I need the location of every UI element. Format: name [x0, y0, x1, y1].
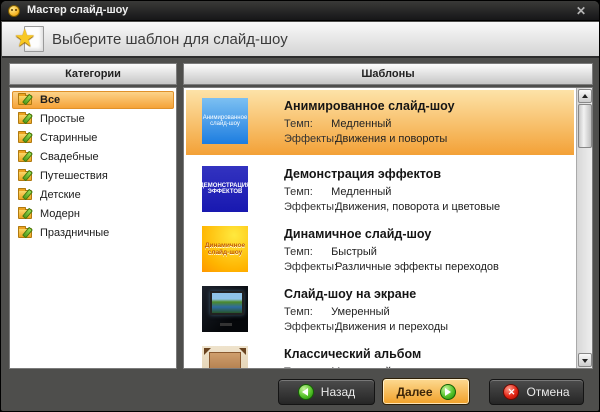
folder-icon: [18, 228, 32, 238]
templates-list: Анимированное слайд-шоу Анимированное сл…: [184, 88, 576, 369]
category-item-wedding[interactable]: Свадебные: [12, 148, 174, 166]
effects-value: Движения и повороты: [335, 133, 447, 145]
effects-value: Движения, поворота и цветовые: [335, 201, 500, 213]
tempo-value: Медленный: [331, 118, 391, 130]
effects-label: Эффекты:: [284, 261, 332, 273]
folder-icon: [18, 95, 32, 105]
tempo-label: Темп:: [284, 306, 328, 318]
category-label: Все: [40, 94, 60, 106]
template-thumbnail: Анимированное слайд-шоу: [202, 98, 248, 144]
category-label: Простые: [40, 113, 85, 125]
effects-value: Различные эффекты переходов: [335, 261, 499, 273]
close-icon[interactable]: ✕: [573, 3, 589, 19]
template-title: Анимированное слайд-шоу: [284, 99, 455, 113]
scroll-up-icon[interactable]: [578, 89, 592, 103]
templates-panel: Анимированное слайд-шоу Анимированное сл…: [183, 87, 593, 369]
star-document-icon: ★: [16, 25, 44, 55]
effects-label: Эффекты:: [284, 133, 332, 145]
template-row-classic-album[interactable]: Классический альбом Темп: Медленный: [186, 338, 574, 369]
cancel-x-icon: ✕: [503, 384, 519, 400]
template-title: Слайд-шоу на экране: [284, 287, 416, 301]
folder-icon: [18, 152, 32, 162]
template-row-animated[interactable]: Анимированное слайд-шоу Анимированное сл…: [186, 90, 574, 155]
template-row-dynamic[interactable]: Динамичное слайд-шоу Динамичное слайд-шо…: [186, 218, 574, 278]
category-label: Свадебные: [40, 151, 99, 163]
tempo-label: Темп:: [284, 366, 328, 369]
templates-header: Шаблоны: [183, 63, 593, 85]
window-title: Мастер слайд-шоу: [27, 4, 128, 16]
category-item-holiday[interactable]: Праздничные: [12, 224, 174, 242]
wizard-header: ★ Выберите шаблон для слайд-шоу: [2, 22, 600, 58]
effects-label: Эффекты:: [284, 321, 332, 333]
folder-icon: [18, 133, 32, 143]
scrollbar-thumb[interactable]: [578, 104, 592, 148]
page-title: Выберите шаблон для слайд-шоу: [52, 22, 288, 58]
folder-icon: [18, 190, 32, 200]
cancel-button[interactable]: ✕ Отмена: [489, 379, 584, 405]
cancel-button-label: Отмена: [526, 385, 569, 399]
tempo-value: Умеренный: [331, 306, 390, 318]
category-label: Праздничные: [40, 227, 109, 239]
effects-label: Эффекты:: [284, 201, 332, 213]
next-arrow-icon: [440, 384, 456, 400]
template-title: Классический альбом: [284, 347, 421, 361]
category-item-kids[interactable]: Детские: [12, 186, 174, 204]
tempo-value: Медленный: [331, 366, 391, 369]
templates-scrollbar[interactable]: [576, 88, 592, 368]
category-item-simple[interactable]: Простые: [12, 110, 174, 128]
template-row-onscreen[interactable]: Слайд-шоу на экране Темп: Умеренный Эффе…: [186, 278, 574, 338]
tempo-label: Темп:: [284, 118, 328, 130]
scroll-down-icon[interactable]: [578, 353, 592, 367]
tempo-value: Медленный: [331, 186, 391, 198]
tempo-label: Темп:: [284, 246, 328, 258]
template-row-effects-demo[interactable]: ДЕМОНСТРАЦИЯ ЭФФЕКТОВ Демонстрация эффек…: [186, 158, 574, 218]
wizard-window: Мастер слайд-шоу ✕ ★ Выберите шаблон для…: [0, 0, 600, 412]
category-label: Старинные: [40, 132, 97, 144]
template-thumbnail: Динамичное слайд-шоу: [202, 226, 248, 272]
folder-icon: [18, 209, 32, 219]
template-thumbnail: [202, 346, 248, 369]
next-button-label: Далее: [396, 385, 432, 399]
back-button-label: Назад: [321, 385, 355, 399]
category-label: Путешествия: [40, 170, 108, 182]
app-smiley-icon: [8, 5, 20, 17]
category-item-travel[interactable]: Путешествия: [12, 167, 174, 185]
effects-value: Движения и переходы: [335, 321, 448, 333]
template-thumbnail: ДЕМОНСТРАЦИЯ ЭФФЕКТОВ: [202, 166, 248, 212]
template-thumbnail: [202, 286, 248, 332]
category-item-all[interactable]: Все: [12, 91, 174, 109]
back-button[interactable]: Назад: [278, 379, 375, 405]
next-button[interactable]: Далее: [382, 378, 470, 405]
category-label: Модерн: [40, 208, 80, 220]
folder-icon: [18, 171, 32, 181]
category-item-modern[interactable]: Модерн: [12, 205, 174, 223]
tempo-value: Быстрый: [331, 246, 377, 258]
categories-panel: Все Простые Старинные Свадебные Путешест…: [9, 87, 177, 369]
folder-icon: [18, 114, 32, 124]
back-arrow-icon: [298, 384, 314, 400]
categories-header: Категории: [9, 63, 177, 85]
category-label: Детские: [40, 189, 81, 201]
title-bar: Мастер слайд-шоу ✕: [1, 1, 599, 21]
template-title: Динамичное слайд-шоу: [284, 227, 431, 241]
template-title: Демонстрация эффектов: [284, 167, 441, 181]
tempo-label: Темп:: [284, 186, 328, 198]
category-item-vintage[interactable]: Старинные: [12, 129, 174, 147]
